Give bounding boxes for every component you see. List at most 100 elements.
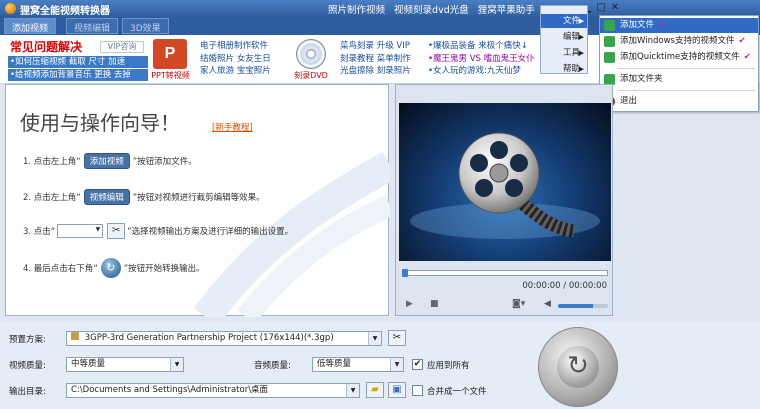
ad-link[interactable]: •魔王鬼男 VS 嗜血鬼王女仆 xyxy=(428,53,535,66)
submenu-add-quicktime-video[interactable]: 添加Quicktime支持的视频文件 ✔ xyxy=(600,50,758,65)
link-dvd-burn[interactable]: 视频刻录dvd光盘 xyxy=(394,5,469,16)
audio-quality-value: 低等质量 xyxy=(317,359,352,369)
step-text: ”选择视频输出方案及进行详细的输出设置。 xyxy=(127,227,294,237)
video-preview-screen xyxy=(399,103,611,261)
menu-item-file[interactable]: 文件 ▶ xyxy=(541,14,587,28)
video-quality-select[interactable]: 中等质量 ▼ xyxy=(66,357,184,372)
faq-item[interactable]: •如何压缩视频 截取 尺寸 加速 xyxy=(8,56,148,68)
seek-bar[interactable] xyxy=(402,269,608,277)
step-text: 1. 点击左上角“ xyxy=(23,157,81,167)
ad-link[interactable]: 结婚照片 女友生日 xyxy=(200,53,271,66)
menu-item-label: 文件 xyxy=(563,16,581,26)
maximize-icon[interactable]: □ xyxy=(595,3,607,14)
video-quality-value: 中等质量 xyxy=(71,359,106,369)
preset-select[interactable] xyxy=(57,224,104,238)
ad-link[interactable]: 光盘擦除 刻录照片 xyxy=(340,65,411,78)
open-folder-icon[interactable]: ▣ xyxy=(388,382,406,398)
link-apple-helper[interactable]: 狸窝苹果助手 xyxy=(478,5,535,16)
ad-link[interactable]: •女人玩的游戏:九天仙梦 xyxy=(428,65,535,78)
film-reel-icon xyxy=(410,132,600,239)
menu-item-edit[interactable]: 编辑 ▶ xyxy=(541,30,587,44)
submenu-arrow-icon: ▶ xyxy=(578,65,584,73)
submenu-label: 添加Quicktime支持的视频文件 xyxy=(620,52,740,62)
tab-video-edit[interactable]: 视频编辑 xyxy=(66,18,119,34)
preview-panel: 00:00:00 / 00:00:00 ▶ ■ ◙▾ ◀ xyxy=(395,84,613,316)
output-settings: 预置方案: 3GPP-3rd Generation Partnership Pr… xyxy=(0,322,760,409)
guide-title: 使用与操作向导！ xyxy=(20,111,180,135)
window-title: 狸窝全能视频转换器 xyxy=(20,6,110,17)
tutorial-link[interactable]: [新手教程] xyxy=(212,121,253,133)
seek-handle[interactable] xyxy=(402,269,408,277)
faq-item[interactable]: •给视频添加背景音乐 更换 去掉 xyxy=(8,69,148,81)
submenu-label: 添加Windows支持的视频文件 xyxy=(620,36,735,46)
album-links: 电子相册制作软件 结婚照片 女友生日 家人旅游 宝宝照片 xyxy=(200,40,271,78)
apply-all-checkbox[interactable]: ✔ xyxy=(412,359,423,370)
ppt-to-video-button[interactable]: P PPT转视频 xyxy=(148,39,193,81)
ad-link[interactable]: 菜鸟刻录 升级 VIP xyxy=(340,40,411,53)
audio-quality-label: 音频质量: xyxy=(254,361,291,371)
ad-link[interactable]: •爆极品装备 来极个痛快↓ xyxy=(428,40,535,53)
submenu-add-windows-video[interactable]: 添加Windows支持的视频文件 ✔ xyxy=(600,34,758,49)
ad-link[interactable]: 家人旅游 宝宝照片 xyxy=(200,65,271,78)
phone-icon xyxy=(71,332,79,340)
ad-link[interactable]: 电子相册制作软件 xyxy=(200,40,271,53)
menu-item-help[interactable]: 帮助 ▶ xyxy=(541,62,587,76)
step-text: 3. 点击“ xyxy=(23,227,56,237)
submenu-exit[interactable]: 退出 xyxy=(600,94,758,109)
link-photo-video[interactable]: 照片制作视频 xyxy=(328,5,385,16)
menu-item-tools[interactable]: 工具 ▶ xyxy=(541,46,587,60)
apply-all-label: 应用到所有 xyxy=(427,361,470,371)
step-text: ”按钮对视频进行截剪编辑等效果。 xyxy=(132,193,265,203)
preset-select[interactable]: 3GPP-3rd Generation Partnership Project … xyxy=(66,331,382,346)
tab-add-video[interactable]: 添加视频 xyxy=(4,18,57,34)
stop-icon[interactable]: ■ xyxy=(430,299,439,309)
submenu-arrow-icon: ▶ xyxy=(578,17,584,25)
convert-icon[interactable]: ↻ xyxy=(100,258,121,278)
submenu-add-folder[interactable]: 添加文件夹 xyxy=(600,72,758,87)
checkmark-icon: ✔ xyxy=(738,36,746,46)
folder-icon[interactable]: ▰ xyxy=(366,382,384,398)
step-text: 2. 点击左上角“ xyxy=(23,193,81,203)
guide-panel: 使用与操作向导！ [新手教程] 1. 点击左上角“ 添加视频 ”按钮添加文件。 … xyxy=(5,84,390,317)
checkmark-icon: ✔ xyxy=(658,20,666,30)
chevron-down-icon: ▼ xyxy=(368,332,381,345)
dvd-caption: 刻录DVD xyxy=(294,71,328,80)
settings-wrench-icon[interactable]: ✂ xyxy=(107,223,126,239)
file-submenu: 添加文件 ✔ 添加Windows支持的视频文件 ✔ 添加Quicktime支持的视频… xyxy=(599,15,759,112)
start-convert-button[interactable]: ↻ xyxy=(538,327,618,407)
menu-item-label: 工具 xyxy=(563,48,581,58)
player-controls: ▶ ■ ◙▾ ◀ xyxy=(402,299,608,313)
tab-3d-effect[interactable]: 3D效果 xyxy=(122,18,169,34)
submenu-add-file[interactable]: 添加文件 ✔ xyxy=(600,18,758,33)
output-dir-select[interactable]: C:\Documents and Settings\Administrator\… xyxy=(66,383,360,398)
dvd-disc-icon xyxy=(296,39,326,69)
ad-link[interactable]: 刻录教程 菜单制作 xyxy=(340,53,411,66)
add-video-button[interactable]: 添加视频 xyxy=(83,153,130,169)
merge-files-label: 合并成一个文件 xyxy=(427,387,487,397)
guide-step-2: 2. 点击左上角“ 视频编辑 ”按钮对视频进行截剪编辑等效果。 xyxy=(23,188,265,206)
add-file-icon xyxy=(604,20,615,31)
play-icon[interactable]: ▶ xyxy=(406,299,413,309)
menu-separator xyxy=(618,68,755,69)
guide-step-1: 1. 点击左上角“ 添加视频 ”按钮添加文件。 xyxy=(23,152,197,170)
snapshot-camera-icon[interactable]: ◙▾ xyxy=(512,299,525,309)
volume-icon[interactable]: ◀ xyxy=(544,299,551,309)
preset-value: 3GPP-3rd Generation Partnership Project … xyxy=(84,333,334,343)
merge-files-checkbox[interactable] xyxy=(412,385,423,396)
output-dir-label: 输出目录: xyxy=(9,387,46,397)
faq-title[interactable]: 常见问题解决 xyxy=(10,38,82,55)
preset-settings-wrench-icon[interactable]: ✂ xyxy=(388,330,406,346)
submenu-label: 添加文件 xyxy=(620,20,655,30)
audio-quality-select[interactable]: 低等质量 ▼ xyxy=(312,357,404,372)
add-quicktime-video-icon xyxy=(604,52,615,63)
close-icon[interactable]: ✕ xyxy=(609,3,621,14)
chevron-down-icon: ▼ xyxy=(390,358,403,371)
menu-item-label: 编辑 xyxy=(563,32,581,42)
main-menu[interactable]: 文件 ▶ 编辑 ▶ 工具 ▶ 帮助 ▶ xyxy=(540,5,588,74)
title-links: 照片制作视频 视频刻录dvd光盘 狸窝苹果助手 网页 xyxy=(328,2,569,16)
burn-dvd-button[interactable]: 刻录DVD xyxy=(290,39,332,81)
volume-slider[interactable] xyxy=(558,304,608,308)
video-edit-button[interactable]: 视频编辑 xyxy=(83,189,130,205)
vip-consult-badge[interactable]: VIP咨询 xyxy=(100,41,144,53)
step-text: ”按钮开始转换输出。 xyxy=(123,264,205,274)
